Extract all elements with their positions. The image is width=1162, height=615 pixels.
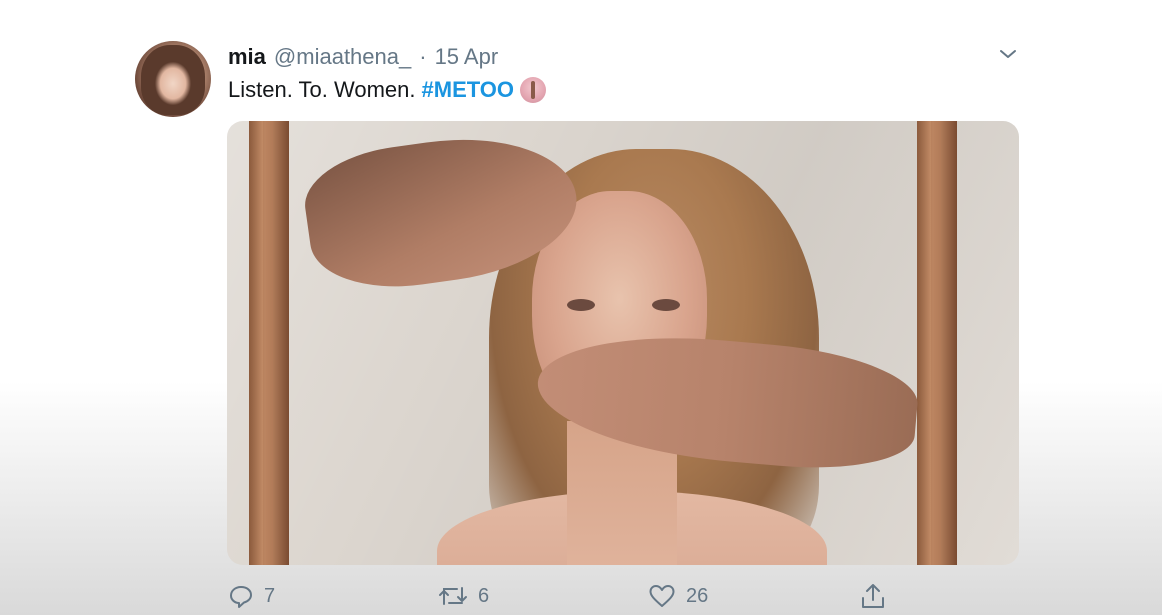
picture-frame-right — [917, 121, 957, 565]
reply-button[interactable]: 7 — [228, 580, 275, 612]
share-icon — [862, 584, 884, 608]
raised-fist-emoji-icon — [520, 77, 547, 103]
retweet-button[interactable]: 6 — [438, 580, 489, 612]
tweet-card[interactable]: mia @miaathena_ · 15 Apr Listen. To. Wom… — [0, 0, 1162, 615]
avatar[interactable] — [135, 41, 211, 117]
reply-count: 7 — [264, 584, 276, 607]
tweet-header: mia @miaathena_ · 15 Apr — [228, 44, 498, 72]
tweet-text-body: Listen. To. Women. — [228, 77, 416, 102]
author-handle[interactable]: @miaathena_ — [274, 44, 411, 70]
like-count: 26 — [686, 584, 709, 607]
header-separator: · — [419, 44, 427, 69]
reply-icon — [230, 586, 252, 608]
retweet-count: 6 — [478, 584, 490, 607]
picture-frame-left — [249, 121, 289, 565]
right-eye — [652, 299, 680, 311]
heart-icon — [649, 585, 675, 607]
retweet-icon — [439, 587, 467, 605]
chevron-down-icon[interactable] — [996, 44, 1020, 64]
hashtag-link[interactable]: #METOO — [422, 77, 515, 103]
tweet-date[interactable]: 15 Apr — [435, 44, 499, 70]
share-button[interactable] — [860, 580, 886, 612]
left-eye — [567, 299, 595, 311]
tweet-text: Listen. To. Women. #METOO — [228, 77, 547, 103]
tweet-media-image[interactable] — [227, 121, 1019, 565]
tweet-actions: 7 6 26 — [228, 580, 928, 612]
avatar-image — [141, 45, 205, 115]
like-button[interactable]: 26 — [648, 580, 708, 612]
author-name[interactable]: mia — [228, 44, 266, 70]
